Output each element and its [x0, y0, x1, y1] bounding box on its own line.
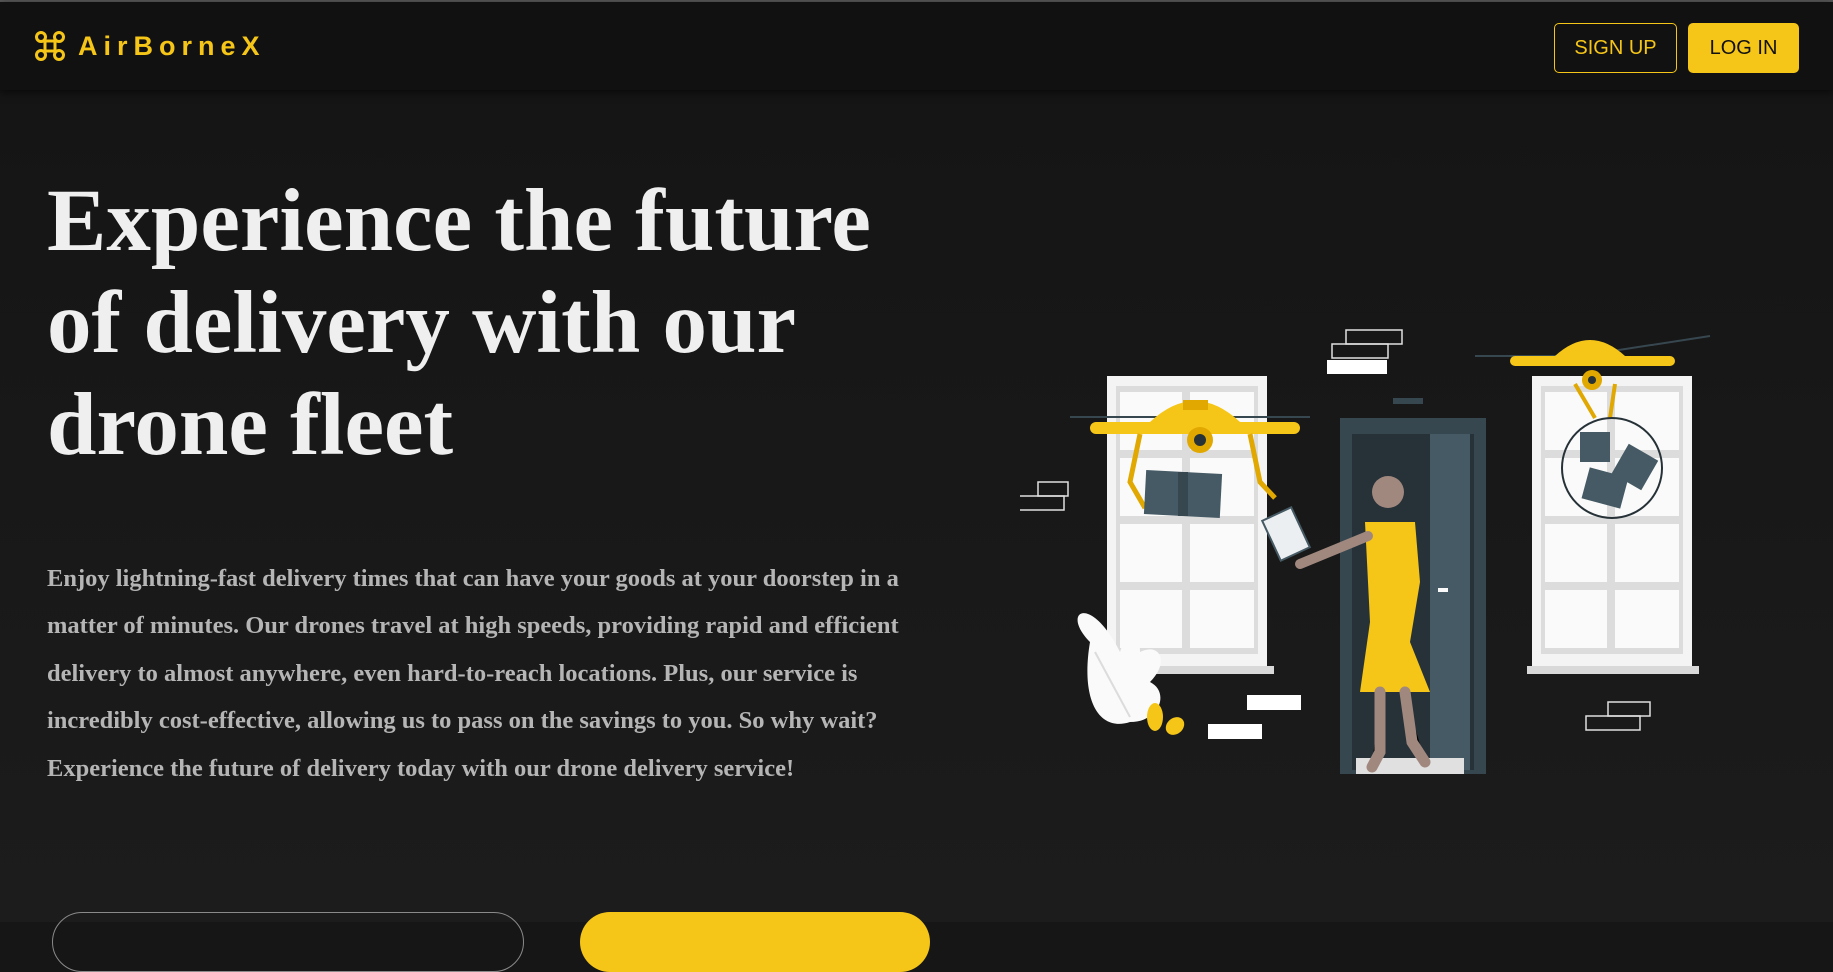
- hero-headline: Experience the future of delivery with o…: [47, 172, 871, 474]
- secondary-cta-button[interactable]: [52, 912, 524, 972]
- drone-icon: [35, 31, 65, 61]
- primary-cta-button[interactable]: [580, 912, 930, 972]
- hero-description: Enjoy lightning-fast delivery times that…: [47, 565, 899, 782]
- brand-logo[interactable]: AirBorneX: [34, 30, 266, 62]
- brand-name: AirBorneX: [78, 30, 266, 61]
- login-button[interactable]: LOG IN: [1688, 23, 1799, 73]
- drone-delivery-illustration: [1020, 329, 1711, 774]
- page: AirBorneX SIGN UP LOG IN Experience the …: [0, 0, 1833, 972]
- navbar: AirBorneX SIGN UP LOG IN: [0, 2, 1833, 90]
- signup-button[interactable]: SIGN UP: [1554, 23, 1677, 73]
- right-window: [1527, 376, 1699, 674]
